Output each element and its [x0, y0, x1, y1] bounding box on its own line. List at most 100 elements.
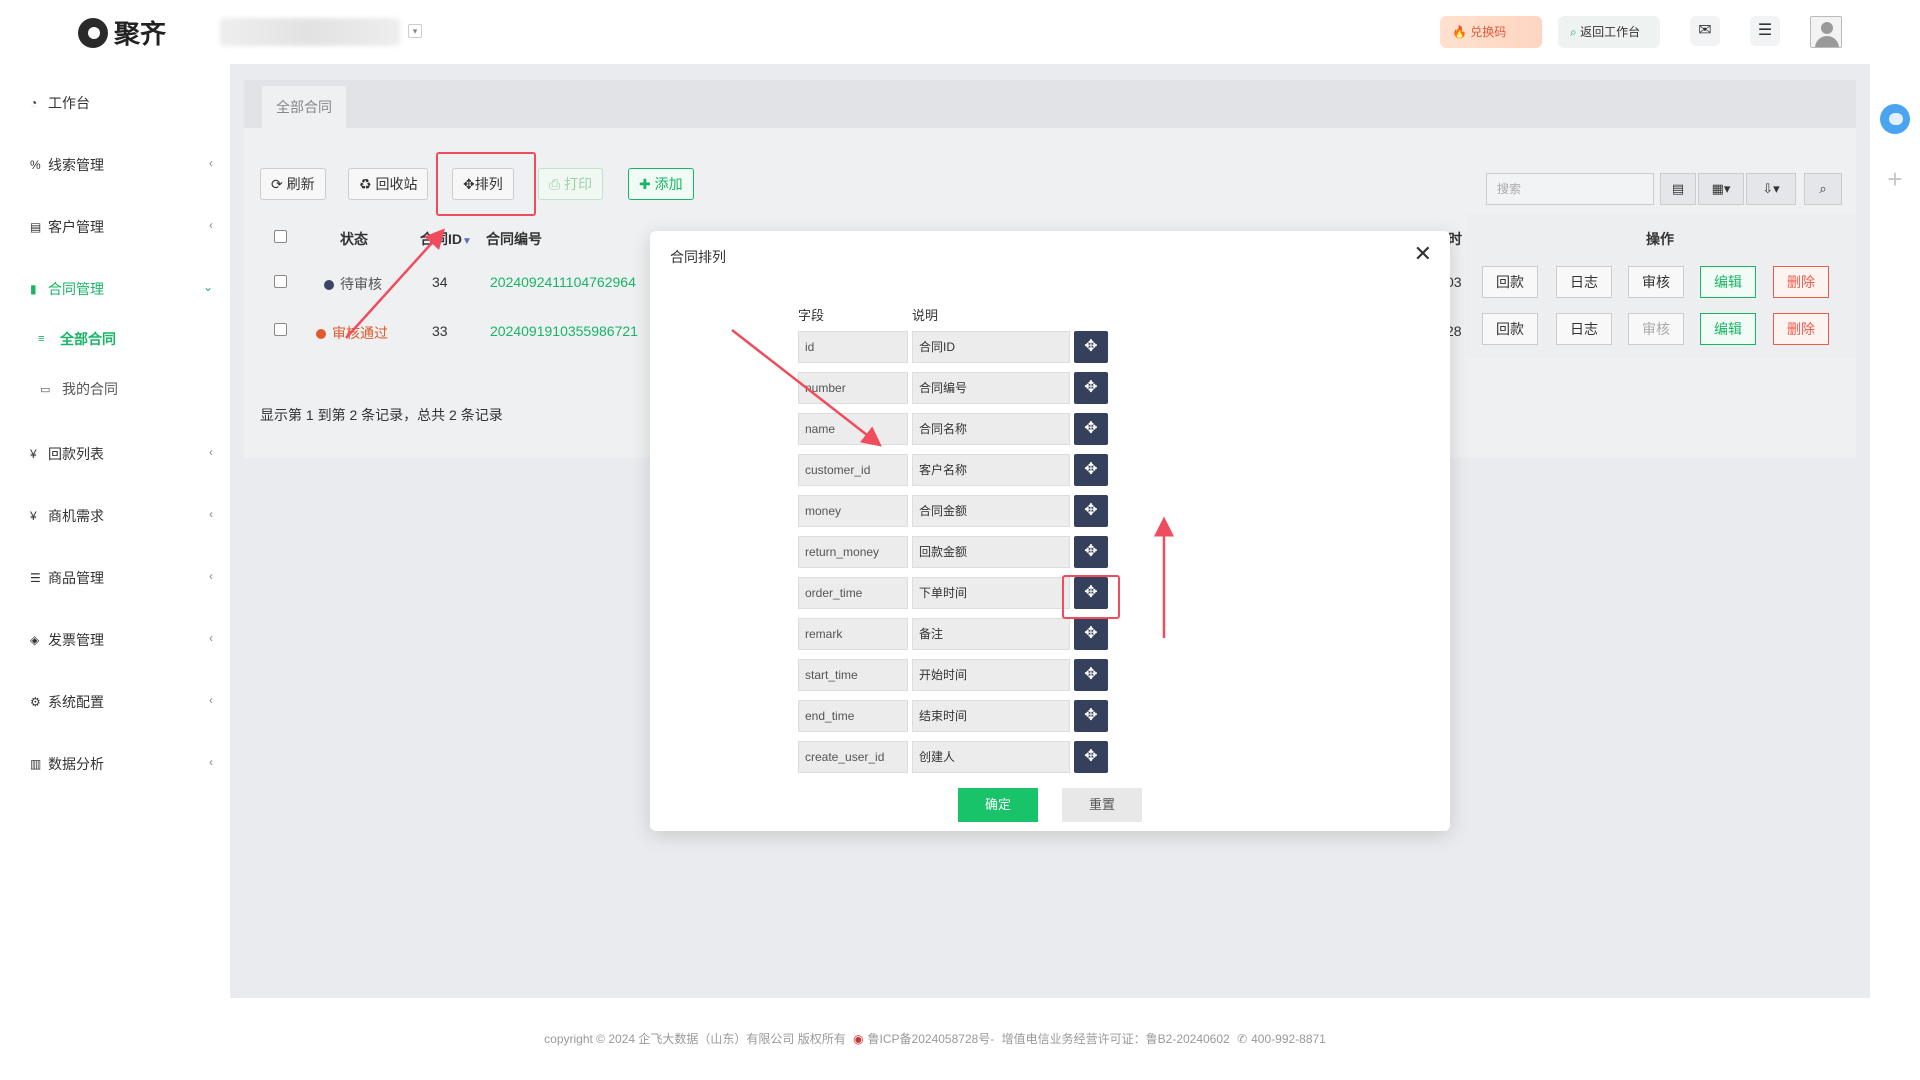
footer-copyright: copyright © 2024 企飞大数据（山东）有限公司 版权所有 — [544, 1032, 846, 1046]
avatar[interactable] — [1810, 16, 1842, 48]
sidebar-item-payments[interactable]: ¥ 回款列表 ‹ — [16, 432, 229, 476]
drag-handle-move-icon[interactable]: ✥ — [1074, 618, 1108, 650]
drag-handle-move-icon[interactable]: ✥ — [1074, 413, 1108, 445]
plus-icon: ✚ — [639, 176, 651, 192]
sidebar-item-leads[interactable]: % 线索管理 ‹ — [16, 143, 229, 187]
delete-button[interactable]: 删除 — [1773, 313, 1829, 345]
dashboard-icon: ◔ — [30, 96, 38, 110]
back-label: 返回工作台 — [1580, 25, 1641, 39]
company-selector[interactable] — [220, 18, 400, 46]
chevron-left-icon: ‹ — [209, 631, 213, 645]
mail-icon[interactable]: ✉ — [1690, 16, 1720, 46]
sidebar-subitem-all-contracts[interactable]: ≡ 全部合同 — [16, 317, 229, 361]
add-label: 添加 — [654, 176, 683, 192]
sort-field-desc: 回款金额 — [912, 536, 1070, 568]
sidebar-item-settings[interactable]: ⚙ 系统配置 ‹ — [16, 680, 229, 724]
reset-button[interactable]: 重置 — [1062, 788, 1142, 822]
refresh-button[interactable]: ⟳ 刷新 — [260, 168, 326, 200]
chat-bubble-icon[interactable] — [1880, 104, 1910, 134]
sort-field-desc: 备注 — [912, 618, 1070, 650]
log-button[interactable]: 日志 — [1556, 266, 1612, 298]
redeem-code-button[interactable]: 🔥 兑换码 — [1440, 16, 1542, 48]
audit-button[interactable]: 审核 — [1628, 266, 1684, 298]
sidebar-item-label: 发票管理 — [48, 632, 104, 648]
drag-handle-move-icon[interactable]: ✥ — [1074, 659, 1108, 691]
column-header-status[interactable]: 状态 — [340, 229, 368, 265]
column-header-time-fragment[interactable]: 时 — [1448, 229, 1462, 265]
sidebar-item-dashboard[interactable]: ◔ 工作台 — [16, 81, 229, 125]
recycle-bin-button[interactable]: ♻ 回收站 — [348, 168, 429, 200]
sidebar-subitem-my-contracts[interactable]: ▭ 我的合同 — [16, 367, 229, 411]
pagination-summary: 显示第 1 到第 2 条记录，总共 2 条记录 — [260, 407, 503, 423]
sort-field-desc: 合同金额 — [912, 495, 1070, 527]
drag-handle-move-icon[interactable]: ✥ — [1074, 372, 1108, 404]
chevron-down-icon: ⌄ — [202, 280, 213, 294]
footer-license: 增值电信业务经营许可证：鲁B2-20240602 — [1001, 1032, 1230, 1046]
sidebar-item-label: 工作台 — [48, 95, 90, 111]
column-header-number[interactable]: 合同编号 — [486, 229, 542, 265]
edit-button[interactable]: 编辑 — [1700, 266, 1756, 298]
drag-handle-move-icon[interactable]: ✥ — [1074, 331, 1108, 363]
yen-icon: ¥ — [30, 509, 37, 523]
delete-button[interactable]: 删除 — [1773, 266, 1829, 298]
drag-handle-move-icon[interactable]: ✥ — [1074, 741, 1108, 773]
log-button[interactable]: 日志 — [1556, 313, 1612, 345]
drag-handle-move-icon[interactable]: ✥ — [1074, 454, 1108, 486]
chevron-left-icon: ‹ — [209, 445, 213, 459]
back-to-workbench-button[interactable]: ⌕ 返回工作台 — [1558, 16, 1660, 48]
sidebar-item-analytics[interactable]: ▥ 数据分析 ‹ — [16, 742, 229, 786]
sidebar-item-products[interactable]: ☰ 商品管理 ‹ — [16, 556, 229, 600]
drag-handle-move-icon[interactable]: ✥ — [1074, 495, 1108, 527]
chevron-down-icon[interactable]: ▾ — [408, 24, 422, 38]
contract-number-link[interactable]: 2024091910355986721 — [490, 323, 638, 339]
sidebar-item-opportunities[interactable]: ¥ 商机需求 ‹ — [16, 494, 229, 538]
column-header-id[interactable]: 合同ID▼ — [420, 229, 472, 265]
printer-icon: ⎙ — [549, 176, 561, 192]
return-button[interactable]: 回款 — [1482, 313, 1538, 345]
list-icon: ☰ — [30, 571, 41, 585]
sidebar-item-customers[interactable]: ▤ 客户管理 ‹ — [16, 205, 229, 249]
select-all-checkbox[interactable] — [274, 230, 287, 243]
search-icon[interactable]: ⌕ — [1804, 173, 1842, 205]
brand-name: 聚齐 — [114, 19, 167, 49]
export-icon[interactable]: ⇩▾ — [1746, 173, 1796, 205]
chevron-left-icon: ‹ — [209, 507, 213, 521]
ticket-icon: ◈ — [30, 633, 40, 647]
sidebar-item-label: 商品管理 — [48, 570, 104, 586]
column-header-ops: 操作 — [1646, 231, 1674, 247]
sidebar-item-label: 合同管理 — [48, 281, 104, 297]
row-checkbox[interactable] — [274, 275, 287, 288]
drag-handle-move-icon[interactable]: ✥ — [1074, 536, 1108, 568]
brand-logo[interactable]: 聚齐 — [78, 14, 166, 51]
list-view-icon[interactable]: ▤ — [1660, 173, 1696, 205]
plus-icon[interactable]: + — [1880, 164, 1910, 194]
footer-icp-link[interactable]: 鲁ICP备2024058728号- — [868, 1032, 995, 1046]
print-label: 打印 — [564, 176, 593, 192]
row-checkbox[interactable] — [274, 323, 287, 336]
close-icon[interactable]: ✕ — [1414, 241, 1432, 267]
sidebar-item-invoices[interactable]: ◈ 发票管理 ‹ — [16, 618, 229, 662]
footer-phone: 400-992-8871 — [1251, 1032, 1326, 1046]
sort-field-desc: 合同编号 — [912, 372, 1070, 404]
contract-number-link[interactable]: 2024092411104762964 — [490, 274, 636, 290]
redeem-label: 兑换码 — [1470, 25, 1507, 39]
search-input[interactable]: 搜索 — [1486, 173, 1654, 205]
recycle-label: 回收站 — [375, 176, 418, 192]
bar-chart-icon: ▥ — [30, 757, 42, 771]
confirm-button[interactable]: 确定 — [958, 788, 1038, 822]
menu-icon[interactable]: ☰ — [1750, 16, 1780, 46]
drag-handle-move-icon[interactable]: ✥ — [1074, 700, 1108, 732]
return-button[interactable]: 回款 — [1482, 266, 1538, 298]
tab-all-contracts[interactable]: 全部合同 — [262, 86, 346, 128]
add-button[interactable]: ✚ 添加 — [628, 168, 694, 200]
edit-button[interactable]: 编辑 — [1700, 313, 1756, 345]
columns-toggle-icon[interactable]: ▦▾ — [1698, 173, 1744, 205]
tab-bar — [244, 80, 1856, 128]
sort-field-name: end_time — [798, 700, 908, 732]
sort-field-name: create_user_id — [798, 741, 908, 773]
print-button[interactable]: ⎙ 打印 — [538, 168, 604, 200]
bookmark-icon: ▮ — [30, 282, 37, 296]
sidebar-item-contracts[interactable]: ▮ 合同管理 ⌄ — [16, 267, 229, 311]
refresh-label: 刷新 — [286, 176, 315, 192]
sort-field-name: number — [798, 372, 908, 404]
